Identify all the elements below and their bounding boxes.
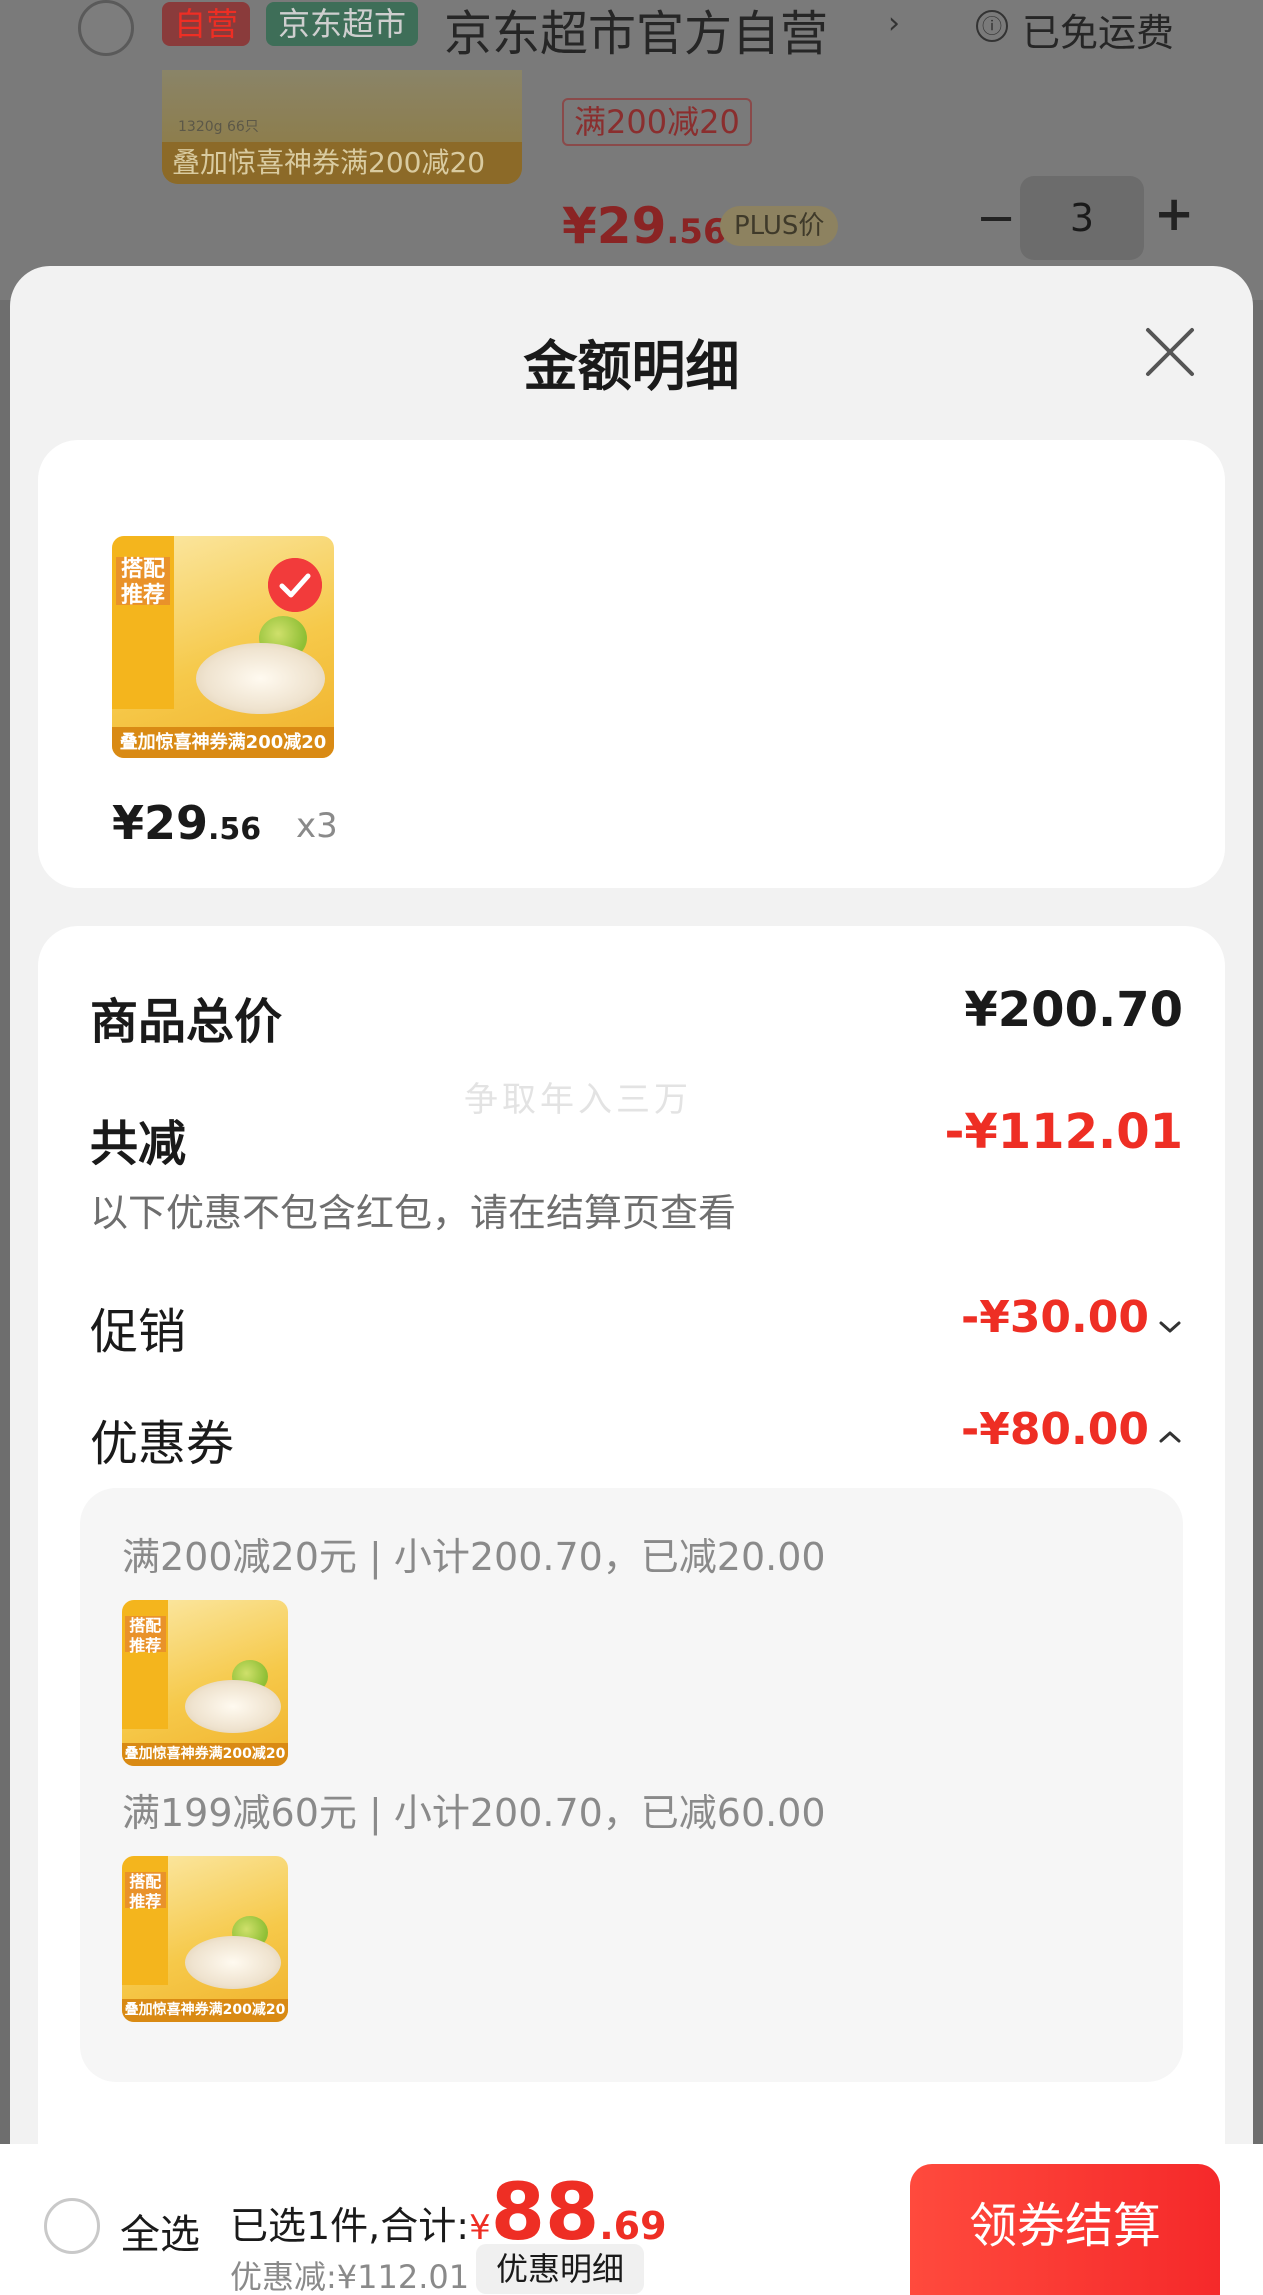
background-cart: 自营 京东超市 京东超市官方自营 › ⓘ 已免运费 1320g 66只 叠加惊喜… [0,0,1263,300]
coupon-tag: 满200减20 [562,98,752,146]
dumpling-plate [196,642,326,714]
coupon-detail-line: 满200减20元 | 小计200.70，已减20.00 [122,1535,826,1579]
chevron-up-icon[interactable] [1155,1422,1185,1452]
product-banner: 叠加惊喜神券满200减20 [162,142,522,184]
discount-amount: 优惠减:¥112.01 [230,2258,470,2295]
thumbnail-banner: 叠加惊喜神券满200减20 [112,726,334,758]
checkout-button[interactable]: 领券结算 [910,2164,1220,2295]
store-name[interactable]: 京东超市官方自营 [444,0,828,64]
promotion-value[interactable]: -¥30.00 [961,1292,1149,1343]
watermark-text: 争取年入三万 [464,1080,692,1120]
summary-card: 商品总价 ¥200.70 共减 -¥112.01 以下优惠不包含红包，请在结算页… [38,926,1225,2295]
coupon-product-thumbnail[interactable]: 搭配推荐 叠加惊喜神券满200减20 [122,1600,288,1766]
promotion-label[interactable]: 促销 [90,1292,186,1362]
select-all-radio[interactable] [44,2198,100,2254]
total-price-label: 商品总价 [90,994,283,1050]
quantity-input[interactable]: 3 [1020,176,1144,260]
dumpling-plate [185,1679,282,1733]
dumpling-plate [185,1935,282,1989]
quantity-plus-button[interactable]: + [1154,186,1194,242]
products-card: 搭配推荐 叠加惊喜神券满200减20 ¥29.56 x3 [38,440,1225,888]
plus-price-badge: PLUS价 [720,206,839,246]
product-thumbnail[interactable]: 搭配推荐 叠加惊喜神券满200减20 [112,536,334,758]
item-price: ¥29.56 [112,796,262,850]
supermarket-tag: 京东超市 [266,2,419,46]
coupon-product-thumbnail[interactable]: 搭配推荐 叠加惊喜神券满200减20 [122,1856,288,2022]
select-all-label[interactable]: 全选 [120,2202,200,2260]
store-chevron-icon: › [888,6,900,41]
cart-product-image[interactable]: 1320g 66只 叠加惊喜神券满200减20 [162,70,522,184]
recommend-label: 搭配推荐 [115,556,171,608]
cart-price: ¥29.56 [562,197,727,255]
discount-detail-button[interactable]: 优惠明细 [476,2244,645,2294]
recommend-label: 搭配推荐 [124,1871,166,1911]
self-operated-tag: 自营 [162,2,251,46]
bottom-bar: 全选 已选1件,合计:¥88.69 优惠减:¥112.01 优惠明细 领券结算 [0,2144,1263,2295]
amount-detail-sheet: 金额明细 搭配推荐 叠加惊喜神券满200减20 ¥29.56 x3 商品总价 ¥… [10,266,1253,2295]
close-icon[interactable] [1140,322,1200,382]
selected-check-icon [268,558,322,612]
sheet-title: 金额明细 [523,335,740,398]
coupon-label[interactable]: 优惠券 [90,1404,234,1474]
chevron-down-icon[interactable] [1155,1312,1185,1342]
store-select-radio[interactable] [78,0,134,56]
quantity-minus-button[interactable]: − [976,190,1016,246]
total-reduce-label: 共减 [90,1116,187,1172]
coupon-detail-box: 满200减20元 | 小计200.70，已减20.00 搭配推荐 叠加惊喜神券满… [80,1488,1183,2082]
item-quantity: x3 [296,806,338,846]
total-reduce-value: -¥112.01 [944,1104,1183,1160]
reduce-note: 以下优惠不包含红包，请在结算页查看 [90,1191,737,1235]
free-shipping-label: 已免运费 [1022,11,1175,55]
product-weight: 1320g 66只 [178,119,259,135]
coupon-value[interactable]: -¥80.00 [961,1404,1149,1455]
recommend-label: 搭配推荐 [124,1615,166,1655]
total-price-value: ¥200.70 [964,982,1183,1038]
thumbnail-banner: 叠加惊喜神券满200减20 [122,1742,288,1766]
coupon-detail-line: 满199减60元 | 小计200.70，已减60.00 [122,1791,826,1835]
thumbnail-banner: 叠加惊喜神券满200减20 [122,1998,288,2022]
